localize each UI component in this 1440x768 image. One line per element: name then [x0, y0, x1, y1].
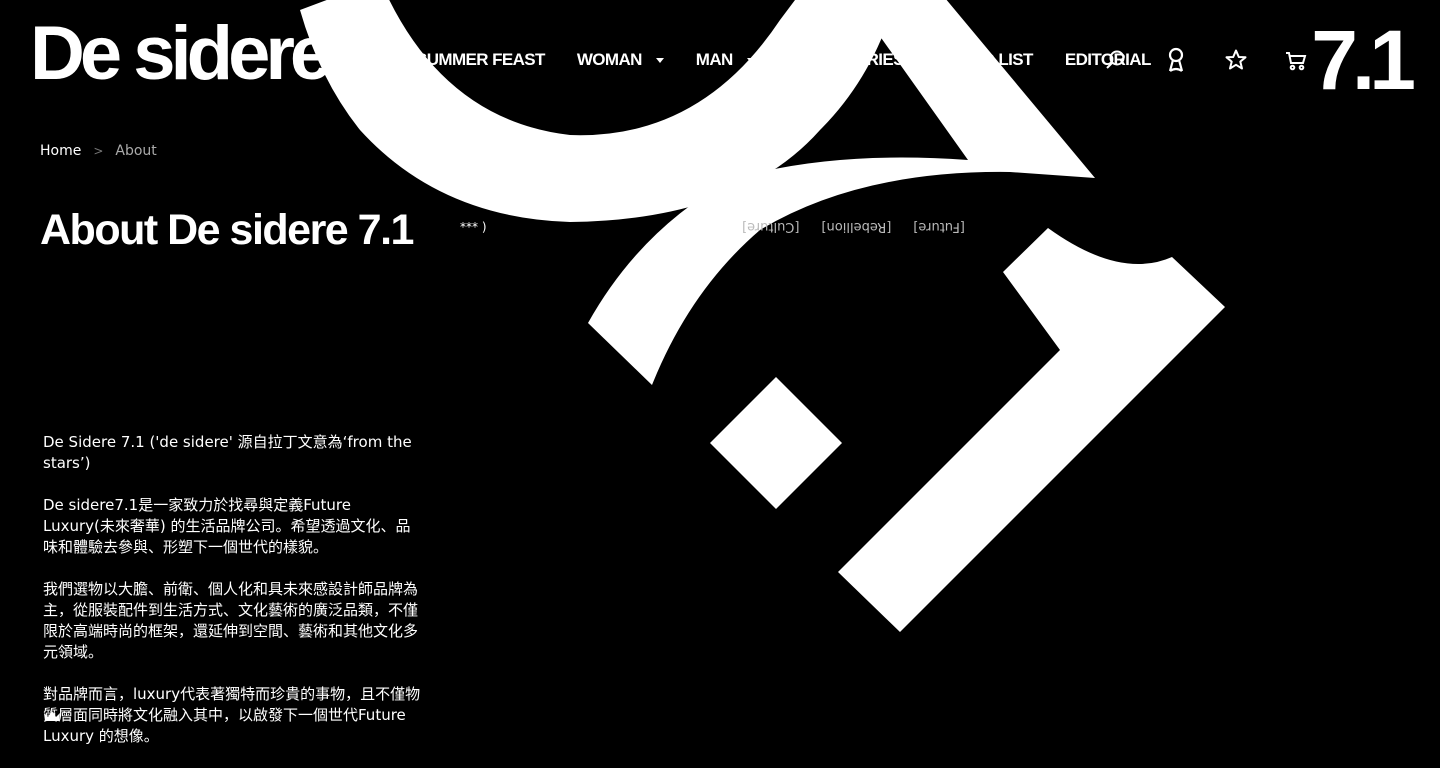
- breadcrumb-current: About: [115, 143, 157, 159]
- nav-item-label: SUMMER FEAST: [416, 50, 545, 69]
- breadcrumb: Home > About: [40, 143, 157, 159]
- nav-item-label: WOMAN: [576, 50, 643, 69]
- search-icon: [1106, 50, 1125, 69]
- chevron-down-icon: [746, 57, 755, 63]
- one-stroke: [838, 228, 1225, 632]
- about-paragraph: 對品牌而言，luxury代表著獨特而珍貴的事物，且不僅物質層面同時將文化融入其中…: [43, 685, 421, 745]
- flipped-marquee: [Future] [Rebellion] [Culture]: [720, 219, 965, 234]
- marquee-word: [Rebellion]: [821, 219, 892, 234]
- account-button[interactable]: [1146, 44, 1206, 76]
- header-icons: [1086, 44, 1326, 76]
- brand-mark-71[interactable]: 7.1: [1311, 18, 1416, 102]
- account-icon: [1168, 47, 1184, 72]
- search-button[interactable]: [1086, 44, 1146, 76]
- nav-item-summer-feast[interactable]: SUMMER FEAST: [416, 50, 545, 70]
- marquee-word: [Future]: [913, 219, 965, 234]
- wishlist-star-icon: [1225, 49, 1247, 70]
- marquee-word: [Culture]: [742, 219, 800, 234]
- site-logo[interactable]: De sidere: [30, 16, 332, 92]
- about-content: De Sidere 7.1 ('de sidere' 源自拉丁文意為‘from …: [43, 432, 421, 768]
- breadcrumb-home[interactable]: Home: [40, 143, 81, 159]
- about-paragraph: 我們選物以大膽、前衛、個人化和具未來感設計師品牌為主，從服裝配件到生活方式、文化…: [43, 580, 419, 661]
- about-last-row: 對品牌而言，luxury代表著獨特而珍貴的事物，且不僅物質層面同時將文化融入其中…: [43, 684, 421, 747]
- about-paragraph: De Sidere 7.1 ('de sidere' 源自拉丁文意為‘from …: [43, 433, 412, 472]
- cart-icon: [1286, 52, 1307, 71]
- nav-item-accessories[interactable]: ACCESSORIES: [786, 50, 905, 70]
- marquee-stars: *** ): [460, 220, 487, 234]
- nav-item-label: ACCESSORIES: [786, 50, 905, 69]
- breadcrumb-separator: >: [93, 144, 104, 158]
- page-title: About De sidere 7.1: [40, 206, 414, 254]
- chevron-down-icon: [655, 57, 664, 63]
- about-paragraph: De sidere7.1是一家致力於找尋與定義Future Luxury(未來奢…: [43, 496, 411, 556]
- nav-item-man[interactable]: MAN: [696, 50, 755, 70]
- crown-icon: [44, 711, 60, 721]
- nav-item-label: BRAND LIST: [935, 50, 1034, 69]
- nav-item-label: MAN: [695, 50, 734, 69]
- main-nav: SUMMER FEAST WOMAN MAN ACCESSORIES BRAND…: [416, 50, 1183, 70]
- nav-item-brand-list[interactable]: BRAND LIST: [935, 50, 1034, 70]
- wishlist-button[interactable]: [1206, 44, 1266, 76]
- nav-item-woman[interactable]: WOMAN: [577, 50, 664, 70]
- site-header: De sidere SUMMER FEAST WOMAN MAN ACCESSO…: [0, 0, 1440, 120]
- decimal-point: [710, 377, 842, 509]
